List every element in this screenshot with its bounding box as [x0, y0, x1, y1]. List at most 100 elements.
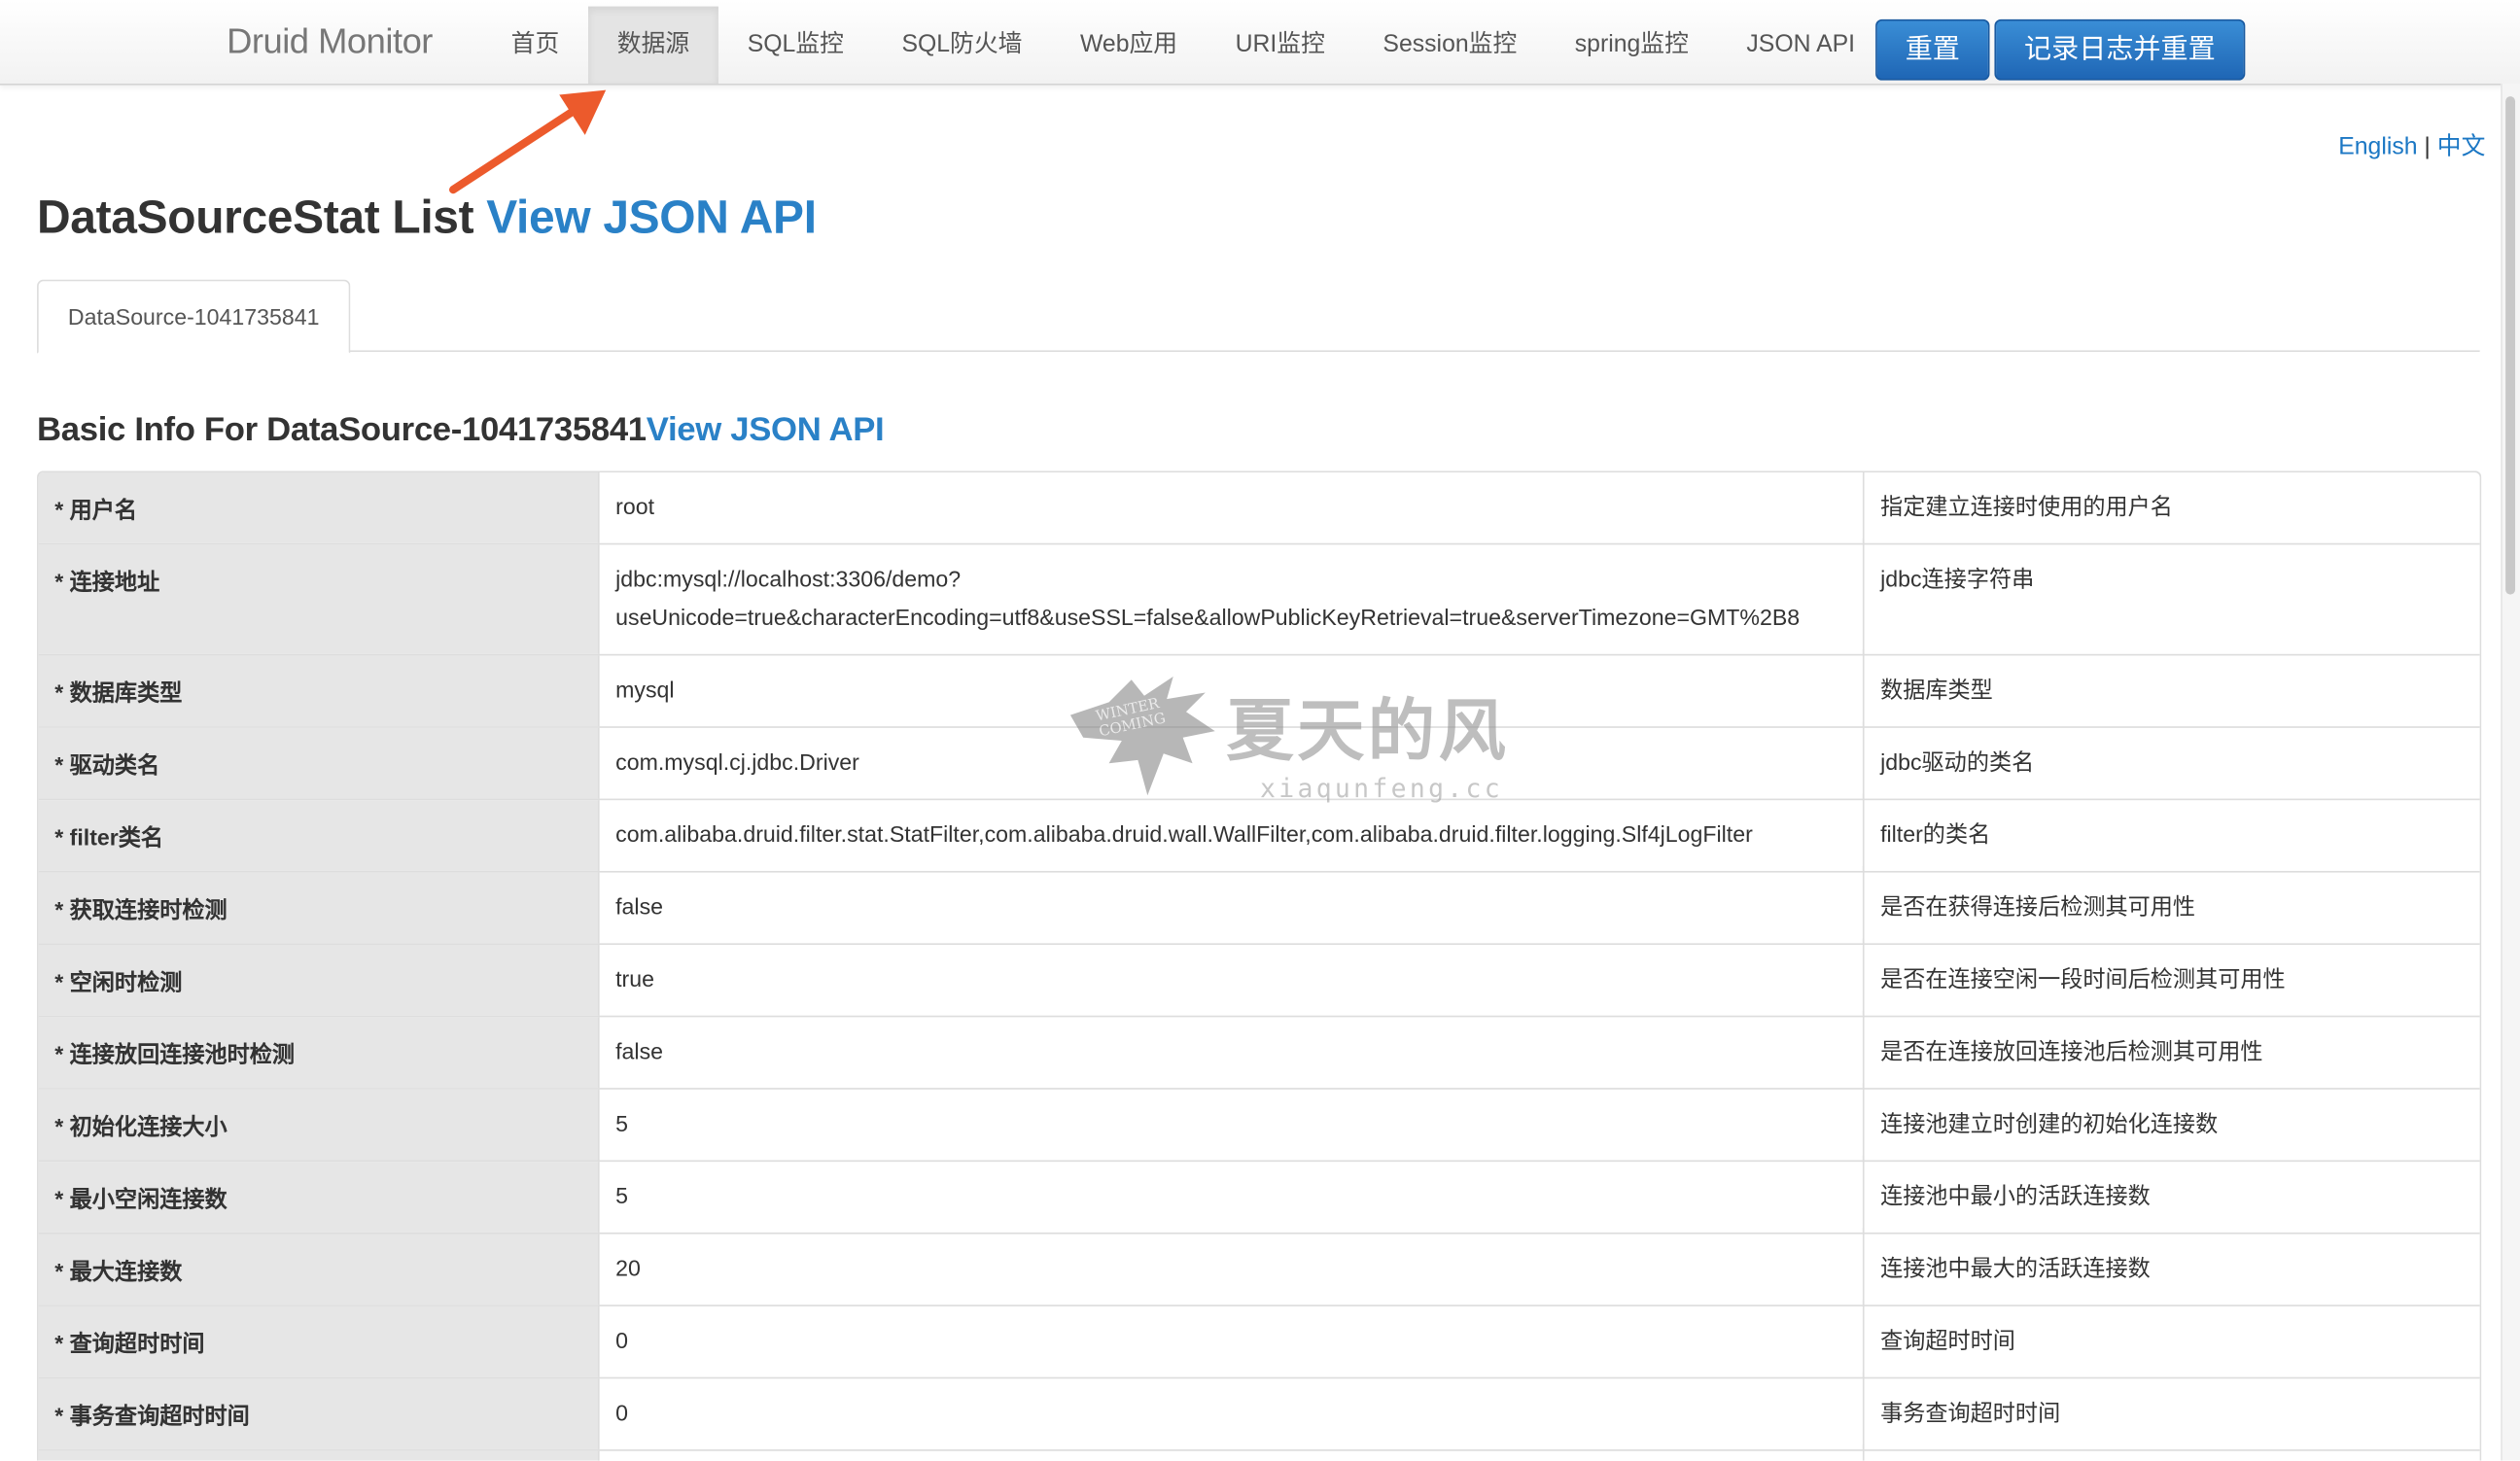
- table-row: * filter类名 com.alibaba.druid.filter.stat.…: [38, 793, 2480, 873]
- row-value-line: 20: [615, 1255, 641, 1281]
- row-value-line: root: [615, 493, 655, 519]
- row-label: * 连接地址: [38, 544, 600, 654]
- row-label: * 事务查询超时时间: [38, 1378, 600, 1450]
- row-value-line: com.alibaba.druid.filter.stat.StatFilter…: [615, 820, 1753, 848]
- row-value: com.mysql.cj.jdbc.Driver: [600, 721, 1865, 799]
- row-label: * 初始化连接大小: [38, 1089, 600, 1161]
- row-description: 数据库类型: [1880, 676, 1993, 703]
- table-row: * 用户名 root 指定建立连接时使用的用户名: [38, 471, 2480, 545]
- row-description: jdbc连接字符串: [1880, 565, 2035, 592]
- lang-chinese-link[interactable]: 中文: [2437, 133, 2486, 160]
- table-row: * 连接放回连接池时检测 false 是否在连接放回连接池后检测其可用性: [38, 1010, 2480, 1090]
- table-row: * 最小空闲连接数 5 连接池中最小的活跃连接数: [38, 1155, 2480, 1235]
- table-row: * 事务查询超时时间 0 事务查询超时时间: [38, 1372, 2480, 1451]
- basic-info-title: Basic Info For DataSource-1041735841: [37, 411, 647, 449]
- table-row: * 最大连接数 20 连接池中最大的活跃连接数: [38, 1227, 2480, 1306]
- view-json-api-link[interactable]: View JSON API: [486, 192, 817, 244]
- arrow-annotation-icon: [449, 89, 607, 194]
- nav-item-7[interactable]: spring监控: [1546, 7, 1718, 84]
- page: Druid Monitor 首页 数据源 SQL监控 SQL防火墙 Web应用 URI监控…: [0, 0, 2520, 1461]
- basic-info-table: * 用户名 root 指定建立连接时使用的用户名 * 连接地址 jdbc:mysql:/…: [37, 470, 2482, 1461]
- row-label: * 用户名: [38, 471, 600, 543]
- page-title: DataSourceStat List View JSON API: [37, 192, 817, 246]
- row-label: * 获取连接时检测: [38, 872, 600, 944]
- table-row: * 查询超时时间 0 查询超时时间: [38, 1300, 2480, 1379]
- row-description: 指定建立连接时使用的用户名: [1880, 493, 2173, 519]
- row-value-line: false: [615, 893, 664, 920]
- log-and-reset-button[interactable]: 记录日志并重置: [1994, 18, 2246, 81]
- nav-item-5[interactable]: URI监控: [1207, 7, 1354, 84]
- row-description: 是否在连接空闲一段时间后检测其可用性: [1880, 965, 2286, 991]
- row-label: * 数据库类型: [38, 655, 600, 727]
- top-navbar: Druid Monitor 首页 数据源 SQL监控 SQL防火墙 Web应用 URI监控…: [0, 0, 2520, 86]
- row-value-line: 0: [615, 1327, 629, 1353]
- row-label: * 连接放回连接池时检测: [38, 1017, 600, 1089]
- brand-logo[interactable]: Druid Monitor: [227, 20, 433, 62]
- row-value: mysql: [600, 648, 1865, 727]
- nav-item-8[interactable]: JSON API: [1718, 7, 1884, 84]
- row-value-line: 5: [615, 1182, 629, 1209]
- row-value: [600, 1444, 1865, 1461]
- table-row: * 空闲时检测 true 是否在连接空闲一段时间后检测其可用性: [38, 938, 2480, 1018]
- row-value: com.alibaba.druid.filter.stat.StatFilter…: [600, 793, 1865, 871]
- row-value-line: 5: [615, 1110, 629, 1136]
- row-label: * 驱动类名: [38, 727, 600, 799]
- tabs-divider: [37, 350, 2480, 353]
- nav-item-2[interactable]: SQL监控: [718, 7, 873, 84]
- row-description: filter的类名: [1880, 820, 1991, 848]
- tab-datasource[interactable]: DataSource-1041735841: [37, 279, 351, 354]
- table-row: [38, 1444, 2480, 1461]
- reset-button[interactable]: 重置: [1875, 18, 1990, 81]
- row-description: 连接池中最小的活跃连接数: [1880, 1182, 2151, 1209]
- row-description: 连接池中最大的活跃连接数: [1880, 1255, 2151, 1281]
- row-value-line: false: [615, 1037, 664, 1064]
- row-label: * 查询超时时间: [38, 1305, 600, 1377]
- row-value: true: [600, 938, 1865, 1016]
- row-value: 5: [600, 1155, 1865, 1233]
- row-label: * 空闲时检测: [38, 944, 600, 1016]
- row-description: [1865, 1444, 2480, 1461]
- lang-english-link[interactable]: English: [2338, 133, 2417, 160]
- row-value: false: [600, 865, 1865, 944]
- row-description: 查询超时时间: [1880, 1327, 2015, 1353]
- scrollbar-thumb[interactable]: [2505, 96, 2516, 595]
- basic-info-json-link[interactable]: View JSON API: [647, 411, 885, 448]
- table-row: * 数据库类型 mysql 数据库类型: [38, 648, 2480, 728]
- table-row: * 初始化连接大小 5 连接池建立时创建的初始化连接数: [38, 1083, 2480, 1163]
- nav-item-6[interactable]: Session监控: [1354, 7, 1546, 84]
- nav-item-0[interactable]: 首页: [482, 7, 588, 84]
- row-value: 5: [600, 1083, 1865, 1161]
- row-description: 是否在获得连接后检测其可用性: [1880, 893, 2196, 920]
- table-row: * 获取连接时检测 false 是否在获得连接后检测其可用性: [38, 865, 2480, 945]
- row-value: root: [600, 471, 1865, 543]
- row-label: [38, 1450, 600, 1461]
- row-value: 0: [600, 1300, 1865, 1377]
- row-description: 连接池建立时创建的初始化连接数: [1880, 1110, 2219, 1136]
- row-value-line: 0: [615, 1399, 629, 1426]
- page-title-text: DataSourceStat List: [37, 192, 474, 245]
- table-row: * 连接地址 jdbc:mysql://localhost:3306/demo? u…: [38, 538, 2480, 656]
- row-value-line: useUnicode=true&characterEncoding=utf8&u…: [615, 604, 1801, 630]
- row-description: jdbc驱动的类名: [1880, 748, 2035, 775]
- main-nav: 首页 数据源 SQL监控 SQL防火墙 Web应用 URI监控 Session监控 sprin…: [482, 6, 1884, 84]
- nav-item-1[interactable]: 数据源: [588, 6, 718, 84]
- row-description: 是否在连接放回连接池后检测其可用性: [1880, 1037, 2263, 1064]
- table-row: * 驱动类名 com.mysql.cj.jdbc.Driver jdbc驱动的类名: [38, 721, 2480, 801]
- row-value: 0: [600, 1372, 1865, 1450]
- language-switch: English | 中文: [2338, 128, 2485, 162]
- lang-separator: |: [2424, 133, 2431, 161]
- row-value: false: [600, 1010, 1865, 1089]
- row-value-line: com.mysql.cj.jdbc.Driver: [615, 748, 859, 775]
- row-value-line: mysql: [615, 676, 675, 703]
- row-description: 事务查询超时时间: [1880, 1399, 2061, 1426]
- nav-item-4[interactable]: Web应用: [1051, 7, 1207, 84]
- row-value-line: jdbc:mysql://localhost:3306/demo?: [615, 565, 962, 592]
- nav-item-3[interactable]: SQL防火墙: [873, 7, 1052, 84]
- row-value-line: true: [615, 965, 655, 991]
- row-value: jdbc:mysql://localhost:3306/demo? useUnic…: [600, 538, 1865, 654]
- row-value: 20: [600, 1227, 1865, 1305]
- row-label: * 最大连接数: [38, 1234, 600, 1305]
- basic-info-heading: Basic Info For DataSource-1041735841View…: [37, 411, 885, 450]
- row-label: * 最小空闲连接数: [38, 1162, 600, 1233]
- row-label: * filter类名: [38, 800, 600, 871]
